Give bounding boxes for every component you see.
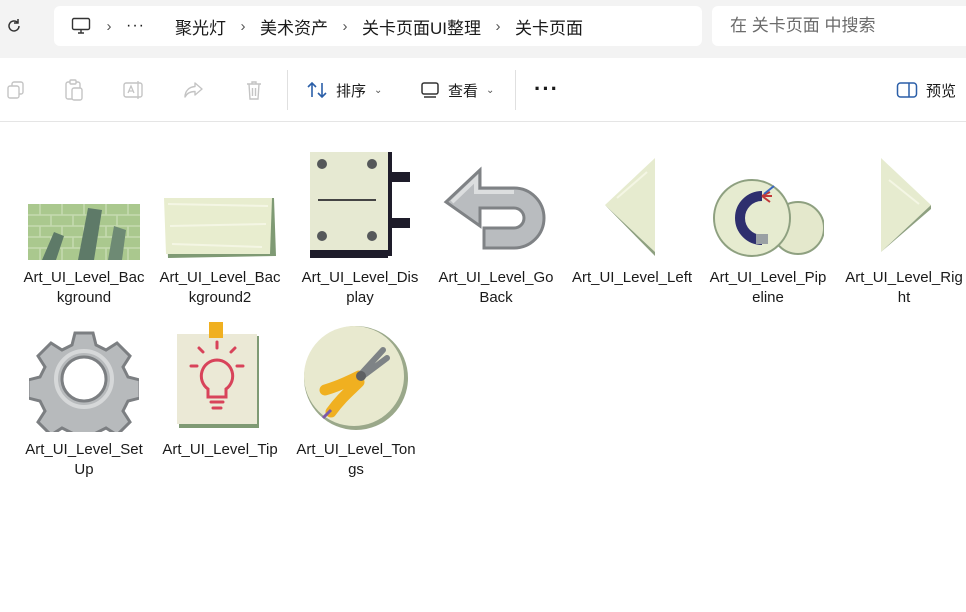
gear-image <box>20 306 148 432</box>
file-item[interactable]: Art_UI_Level_Background <box>20 134 148 308</box>
refresh-button[interactable] <box>2 14 26 38</box>
brick-wall-image <box>20 134 148 260</box>
more-options-button[interactable]: ··· <box>534 76 559 102</box>
file-name: Art_UI_Level_SetUp <box>25 441 143 478</box>
file-name: Art_UI_Level_Tongs <box>296 441 416 478</box>
breadcrumb-item[interactable]: 聚光灯 <box>175 14 226 39</box>
file-item[interactable]: Art_UI_Level_Pipeline <box>704 134 832 308</box>
sort-icon <box>307 81 327 99</box>
command-bar: 排序 ⌄ 查看 ⌄ ··· 预览 <box>0 58 966 122</box>
search-input[interactable] <box>730 16 960 36</box>
toolbar-divider <box>287 70 288 110</box>
file-name: Art_UI_Level_Background2 <box>159 269 281 306</box>
refresh-icon <box>8 19 20 32</box>
go-back-arrow-image <box>432 134 560 260</box>
preview-pane-button[interactable]: 预览 <box>896 76 956 104</box>
breadcrumb-item[interactable]: 关卡页面 <box>515 14 583 39</box>
delete-icon[interactable] <box>242 78 266 102</box>
copy-icon[interactable] <box>4 78 28 102</box>
chevron-right-icon[interactable]: › <box>481 18 515 35</box>
file-item[interactable]: Art_UI_Level_Tongs <box>292 306 420 480</box>
sort-button[interactable]: 排序 ⌄ <box>306 76 382 104</box>
path-overflow-button[interactable]: ··· <box>126 17 145 35</box>
computer-icon[interactable] <box>70 15 92 37</box>
chevron-right-icon[interactable]: › <box>226 18 260 35</box>
file-item[interactable]: Art_UI_Level_Display <box>296 134 424 308</box>
right-triangle-image <box>840 134 966 260</box>
share-icon[interactable] <box>182 78 206 102</box>
left-triangle-image <box>568 134 696 260</box>
rename-icon[interactable] <box>122 78 146 102</box>
paste-icon[interactable] <box>62 78 86 102</box>
search-box <box>712 6 966 46</box>
pliers-image <box>292 306 420 432</box>
file-item[interactable]: Art_UI_Level_Tip <box>156 306 284 460</box>
preview-pane-icon <box>896 82 918 98</box>
lightbulb-image <box>156 306 284 432</box>
chevron-down-icon: ⌄ <box>374 84 383 96</box>
file-item[interactable]: Art_UI_Level_Left <box>568 134 696 288</box>
file-name: Art_UI_Level_Right <box>845 269 963 306</box>
file-item[interactable]: Art_UI_Level_Background2 <box>156 134 284 308</box>
paper-strip-image <box>156 134 284 260</box>
sort-label: 排序 <box>336 82 367 100</box>
file-item[interactable]: Art_UI_Level_GoBack <box>432 134 560 308</box>
file-item[interactable]: Art_UI_Level_SetUp <box>20 306 148 480</box>
file-grid: Art_UI_Level_Background Art_UI_Level_Bac… <box>0 122 966 612</box>
address-row: › ··· 聚光灯 › 美术资产 › 关卡页面UI整理 › 关卡页面 <box>0 0 966 58</box>
breadcrumb-item[interactable]: 美术资产 <box>260 14 328 39</box>
pipeline-image <box>704 134 832 260</box>
file-name: Art_UI_Level_Tip <box>162 441 278 458</box>
view-label: 查看 <box>448 82 479 100</box>
view-icon <box>421 82 439 98</box>
address-bar[interactable]: › ··· 聚光灯 › 美术资产 › 关卡页面UI整理 › 关卡页面 <box>54 6 702 46</box>
chevron-right-icon[interactable]: › <box>328 18 362 35</box>
file-name: Art_UI_Level_Display <box>301 269 419 306</box>
view-button[interactable]: 查看 ⌄ <box>420 76 494 104</box>
file-name: Art_UI_Level_Left <box>571 269 693 286</box>
toolbar-divider <box>515 70 516 110</box>
file-name: Art_UI_Level_Background <box>23 269 145 306</box>
chevron-down-icon: ⌄ <box>486 84 495 96</box>
preview-label: 预览 <box>926 82 957 100</box>
breadcrumb-item[interactable]: 关卡页面UI整理 <box>362 14 481 39</box>
chevron-right-icon[interactable]: › <box>92 18 126 35</box>
file-name: Art_UI_Level_Pipeline <box>709 269 827 306</box>
file-item[interactable]: Art_UI_Level_Right <box>840 134 966 308</box>
file-name: Art_UI_Level_GoBack <box>438 269 554 306</box>
display-panel-image <box>296 134 424 260</box>
